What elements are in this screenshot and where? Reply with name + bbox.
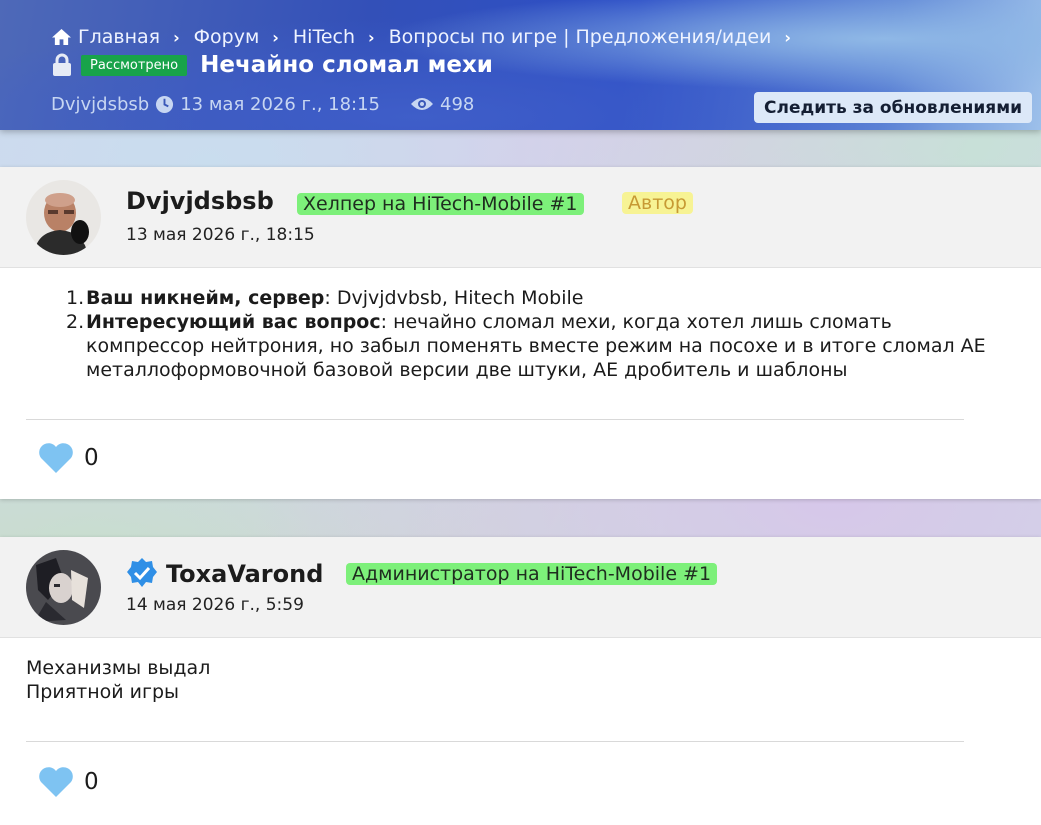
follow-button[interactable]: Следить за обновлениями	[754, 92, 1032, 123]
thread-author-link[interactable]: Dvjvjdsbsb	[51, 94, 149, 115]
role-badge: Администратор на HiTech-Mobile #1	[346, 563, 718, 585]
breadcrumb-label: Вопросы по игре | Предложения/идеи	[388, 26, 772, 48]
post-text-line: Приятной игры	[26, 681, 180, 703]
chevron-right-icon: ›	[784, 27, 791, 47]
chevron-right-icon: ›	[272, 27, 279, 47]
breadcrumb-item-hitech[interactable]: HiTech	[293, 26, 355, 48]
post-date: 13 мая 2026 г., 18:15	[126, 225, 315, 245]
post-card: ToxaVarond Администратор на HiTech-Mobil…	[0, 537, 1041, 825]
role-badge: Хелпер на HiTech-Mobile #1	[297, 193, 584, 215]
like-count: 0	[84, 445, 99, 471]
verified-icon	[127, 558, 157, 587]
status-badge: Рассмотрено	[81, 54, 188, 76]
post-date: 14 мая 2026 г., 5:59	[126, 595, 304, 615]
post-body: 1. Ваш никнейм, сервер: Dvjvjdvbsb, Hite…	[0, 268, 1041, 499]
thread-meta: Dvjvjdsbsb 13 мая 2026 г., 18:15 498	[51, 92, 474, 116]
avatar[interactable]	[26, 550, 101, 625]
breadcrumb-label: HiTech	[292, 26, 356, 48]
thread-date: 13 мая 2026 г., 18:15	[180, 93, 381, 115]
author-name[interactable]: ToxaVarond	[126, 557, 323, 589]
page-title: Нечайно сломал мехи	[200, 52, 493, 78]
list-item: 2. Интересующий вас вопрос: нечайно слом…	[66, 310, 996, 382]
lock-icon	[53, 53, 71, 76]
chevron-right-icon: ›	[368, 27, 375, 47]
post-list: 1. Ваш никнейм, сервер: Dvjvjdvbsb, Hite…	[66, 286, 996, 382]
list-item-text: : Dvjvjdvbsb, Hitech Mobile	[324, 287, 584, 309]
divider	[26, 741, 964, 742]
author-name[interactable]: Dvjvjdsbsb	[126, 187, 274, 215]
home-icon	[52, 28, 71, 46]
post-text-line: Механизмы выдал	[26, 657, 211, 679]
like-count: 0	[84, 769, 99, 795]
list-number: 2.	[66, 311, 85, 333]
post-card: Dvjvjdsbsb Хелпер на HiTech-Mobile #1 Ав…	[0, 167, 1041, 499]
divider	[26, 419, 964, 420]
post-body: Механизмы выдал Приятной игры 0	[0, 638, 1041, 825]
title-row: Рассмотрено Нечайно сломал мехи	[51, 51, 493, 79]
list-item-label: Ваш никнейм, сервер	[86, 287, 325, 309]
breadcrumb-label: Форум	[193, 26, 260, 48]
chevron-right-icon: ›	[173, 27, 180, 47]
breadcrumb-item-questions[interactable]: Вопросы по игре | Предложения/идеи	[389, 26, 772, 48]
eye-icon	[411, 98, 434, 110]
views-count: 498	[440, 93, 475, 115]
post-header: ToxaVarond Администратор на HiTech-Mobil…	[0, 537, 1041, 638]
breadcrumb-item-home[interactable]: Главная	[51, 26, 160, 48]
like-row: 0	[38, 442, 99, 474]
breadcrumb-item-forum[interactable]: Форум	[194, 26, 260, 48]
breadcrumb-label: Главная	[78, 26, 161, 48]
heart-icon[interactable]	[38, 766, 74, 798]
like-row: 0	[38, 766, 99, 798]
list-item: 1. Ваш никнейм, сервер: Dvjvjdvbsb, Hite…	[66, 286, 996, 310]
post-text: Механизмы выдал Приятной игры	[26, 656, 210, 704]
heart-icon[interactable]	[38, 442, 74, 474]
author-badge: Автор	[622, 192, 693, 214]
clock-icon	[156, 95, 174, 113]
avatar[interactable]	[26, 180, 101, 255]
author-name-text: ToxaVarond	[166, 560, 324, 588]
post-header: Dvjvjdsbsb Хелпер на HiTech-Mobile #1 Ав…	[0, 167, 1041, 268]
thread-header: Главная › Форум › HiTech › Вопросы по иг…	[0, 0, 1041, 130]
breadcrumb: Главная › Форум › HiTech › Вопросы по иг…	[51, 24, 805, 50]
list-item-label: Интересующий вас вопрос	[86, 311, 381, 333]
list-number: 1.	[66, 287, 85, 309]
